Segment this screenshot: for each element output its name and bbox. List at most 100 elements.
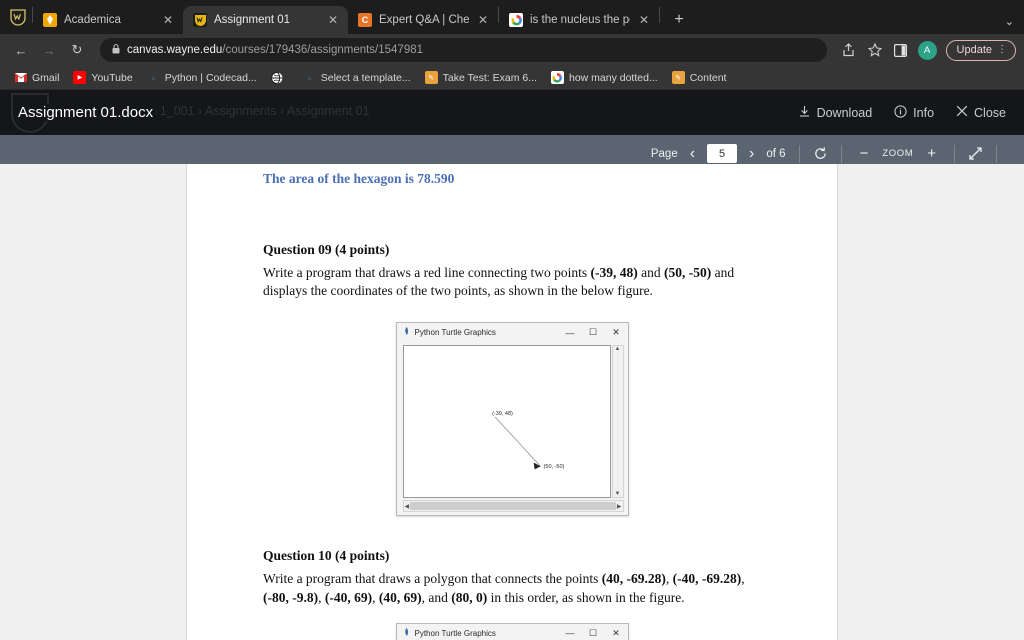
bookmark-google-search[interactable]: how many dotted... [545,69,664,86]
turtle-window-titlebar[interactable]: Python Turtle Graphics — ☐ ✕ [396,623,628,640]
codecademy-icon: ▫ [151,72,155,83]
viewer-header-actions: Download Info Close [798,104,1024,121]
tab-close-icon[interactable]: ✕ [161,13,175,27]
bookmark-content[interactable]: ✎ Content [666,69,733,86]
turtle-horizontal-scrollbar[interactable]: ◀ ▶ [402,500,624,513]
bookmark-codecademy[interactable]: ▫ Python | Codecad... [141,69,263,86]
browser-tab-academica[interactable]: Academica ✕ [33,6,183,34]
info-button[interactable]: Info [894,104,934,121]
question-09-heading: Question 09 (4 points) [263,242,390,257]
browser-tab-assignment-01[interactable]: Assignment 01 ✕ [183,6,348,34]
youtube-icon: ▶ [73,71,87,84]
bookmark-label: Content [689,71,727,84]
tab-divider [659,6,660,23]
maximize-button[interactable]: ☐ [582,624,605,640]
tab-close-icon[interactable]: ✕ [326,13,340,27]
bookmark-label: how many dotted... [568,71,658,84]
bookmark-label: Python | Codecad... [164,71,257,84]
python-turtle-icon [403,627,410,639]
url-domain: canvas.wayne.edu [127,44,223,56]
download-button[interactable]: Download [798,105,873,121]
bookmarks-bar: Gmail ▶ YouTube ▫ Python | Codecad... ▫ … [0,66,1024,90]
scroll-right-arrow-icon[interactable]: ▶ [617,503,622,510]
url-text: canvas.wayne.edu/courses/179436/assignme… [127,44,423,56]
update-button[interactable]: Update ⋮ [945,39,1016,61]
close-button[interactable]: ✕ [605,624,628,640]
minimize-button[interactable]: — [559,323,582,342]
globe-icon [271,71,284,84]
tab-title: Assignment 01 [214,14,291,26]
bookmark-globe[interactable] [265,69,295,86]
page-number-input[interactable]: 5 [707,144,738,163]
python-turtle-window-2[interactable]: Python Turtle Graphics — ☐ ✕ ▲ [395,622,629,640]
minimize-button[interactable]: — [559,624,582,640]
scroll-left-arrow-icon[interactable]: ◀ [405,503,410,510]
share-icon[interactable] [837,38,861,62]
bookmark-take-test[interactable]: ✎ Take Test: Exam 6... [419,69,543,86]
rotate-button[interactable] [813,146,828,161]
url-path: /courses/179436/assignments/1547981 [222,44,424,56]
browser-tab-google-search[interactable]: is the nucleus the powerhouse ✕ [499,6,659,34]
note-icon: ✎ [424,71,438,84]
update-label: Update [956,44,992,56]
zoom-in-button[interactable]: + [922,145,941,162]
scroll-thumb[interactable] [410,502,616,511]
total-pages-label: of 6 [766,147,786,160]
back-button[interactable]: ← [8,37,34,63]
page-icon: ▫ [307,72,311,83]
download-label: Download [816,105,873,120]
turtle-window-titlebar[interactable]: Python Turtle Graphics — ☐ ✕ [396,323,628,343]
turtle-vertical-scrollbar[interactable]: ▲ ▼ [611,345,624,499]
turtle-window-body: (-39, 48) (50, -50) ▲ ▼ [397,342,628,499]
document-page: The area of the hexagon is 78.590 Questi… [186,164,838,640]
address-bar[interactable]: canvas.wayne.edu/courses/179436/assignme… [100,38,827,62]
reload-button[interactable]: ↻ [64,37,90,63]
python-turtle-window-1[interactable]: Python Turtle Graphics — ☐ ✕ (-39, 48) (… [395,322,629,517]
document-scroll-area[interactable]: The area of the hexagon is 78.590 Questi… [0,164,1024,640]
next-page-button[interactable]: › [746,145,757,163]
tab-search-chevron-down-icon[interactable]: ⌄ [1005,15,1014,28]
profile-avatar[interactable]: A [917,40,937,60]
page-label: Page [650,147,678,160]
turtle-canvas: (-39, 48) (50, -50) [402,345,611,499]
more-options-kebab-icon[interactable]: ⋮ [997,45,1007,55]
wayne-shield-icon [4,0,32,34]
document-viewer-header: 00_2301_001 › Assignments › Assignment 0… [0,90,1024,135]
download-icon [798,105,811,121]
fullscreen-button[interactable] [968,146,983,161]
toolbar-divider [996,144,997,163]
browser-window: Academica ✕ Assignment 01 ✕ C Expert Q&A… [0,0,1024,640]
bookmark-label: Take Test: Exam 6... [442,71,537,84]
scroll-down-arrow-icon[interactable]: ▼ [615,491,621,497]
bookmark-gmail[interactable]: Gmail [8,69,65,86]
chegg-favicon: C [358,13,372,27]
bookmark-youtube[interactable]: ▶ YouTube [67,69,138,86]
info-icon [894,104,907,121]
lock-icon [112,44,120,56]
toolbar-divider [954,144,955,163]
side-panel-icon[interactable] [889,38,913,62]
tab-close-icon[interactable]: ✕ [476,13,490,27]
previous-page-button[interactable]: ‹ [687,145,698,163]
zoom-out-button[interactable]: − [855,145,874,162]
close-icon [956,105,968,120]
question-09-body: Write a program that draws a red line co… [263,265,735,299]
bookmark-star-icon[interactable] [863,38,887,62]
new-tab-button[interactable]: + [666,7,692,33]
bookmark-select-template[interactable]: ▫ Select a template... [297,69,417,86]
close-button[interactable]: ✕ [605,323,628,342]
page-navigation-group: Page ‹ 5 › of 6 [651,144,786,163]
forward-button[interactable]: → [36,37,62,63]
zoom-label: ZOOM [882,148,914,159]
maximize-button[interactable]: ☐ [582,323,605,342]
close-button[interactable]: Close [956,105,1006,120]
browser-tab-chegg[interactable]: C Expert Q&A | Chegg.com ✕ [348,6,498,34]
python-turtle-icon [403,327,410,338]
toolbar-divider [840,144,842,163]
tab-close-icon[interactable]: ✕ [637,13,651,27]
bookmark-label: Gmail [32,71,60,84]
scroll-up-arrow-icon[interactable]: ▲ [615,346,621,352]
turtle-point-label-start: (-39, 48) [492,411,513,418]
turtle-window-buttons: — ☐ ✕ [559,323,628,342]
turtle-point-label-end: (50, -50) [543,464,565,471]
